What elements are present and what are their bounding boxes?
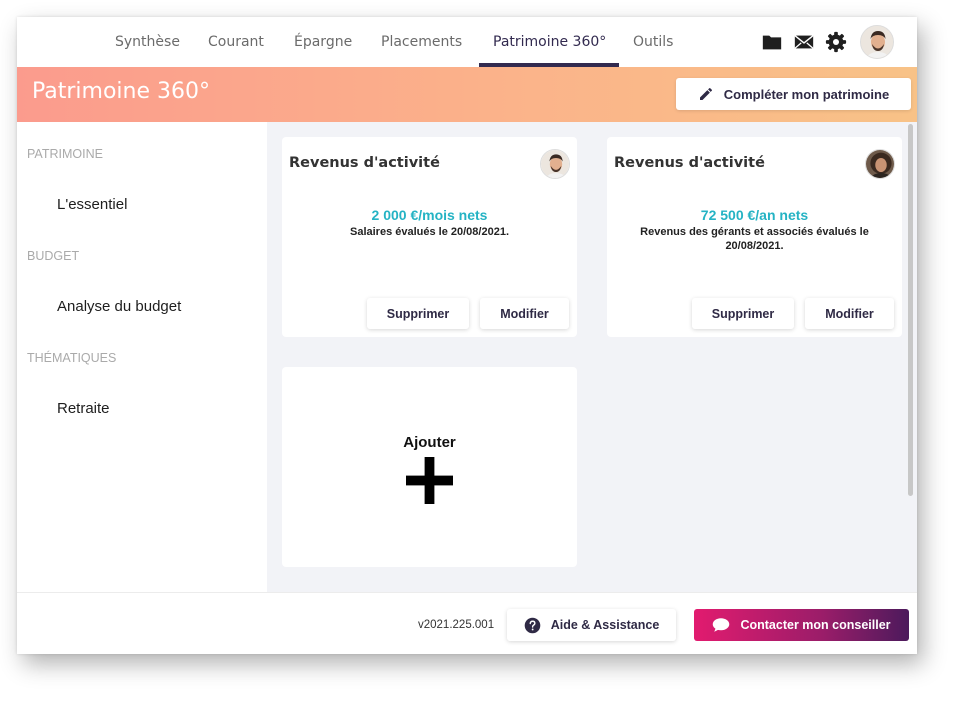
help-assistance-button[interactable]: Aide & Assistance [507, 609, 676, 641]
edit-button[interactable]: Modifier [480, 298, 569, 329]
card-title: Revenus d'activité [289, 155, 440, 171]
sidebar-item-essentiel[interactable]: L'essentiel [57, 196, 127, 213]
income-value: 2 000 €/mois nets [371, 207, 488, 223]
footer-bar: v2021.225.001 Aide & Assistance Contacte… [17, 592, 917, 654]
version-label: v2021.225.001 [418, 619, 495, 631]
card-title: Revenus d'activité [614, 155, 765, 171]
add-income-card[interactable]: Ajouter [282, 367, 577, 567]
sidebar-section-thematiques: THÉMATIQUES [27, 351, 117, 365]
content-scrollbar[interactable] [908, 124, 913, 496]
tab-outils[interactable]: Outils [619, 17, 687, 67]
sidebar: PATRIMOINE L'essentiel BUDGET Analyse du… [17, 122, 267, 592]
income-description: Revenus des gérants et associés évalués … [640, 226, 869, 252]
sidebar-item-retraite[interactable]: Retraite [57, 400, 110, 417]
complete-patrimony-label: Compléter mon patrimoine [723, 86, 890, 102]
tab-epargne[interactable]: Épargne [280, 17, 366, 67]
sidebar-section-budget: BUDGET [27, 249, 80, 263]
user-avatar[interactable] [860, 25, 894, 59]
page-header-banner: Patrimoine 360° Compléter mon patrimoine [17, 67, 917, 122]
main-content: Revenus d'activité 2 000 €/mois nets Sal… [267, 122, 917, 592]
sidebar-item-analyse-budget[interactable]: Analyse du budget [57, 298, 181, 315]
complete-patrimony-button[interactable]: Compléter mon patrimoine [676, 78, 911, 110]
folder-icon[interactable] [761, 31, 783, 53]
help-assistance-label: Aide & Assistance [550, 618, 660, 632]
chat-bubble-icon [713, 618, 730, 632]
female-avatar [865, 149, 895, 179]
question-circle-icon [524, 617, 540, 633]
tab-courant[interactable]: Courant [194, 17, 278, 67]
top-navigation: Synthèse Courant Épargne Placements Patr… [17, 17, 917, 67]
delete-button[interactable]: Supprimer [692, 298, 794, 329]
sidebar-section-patrimoine: PATRIMOINE [27, 147, 103, 161]
male-avatar [540, 149, 570, 179]
income-value: 72 500 €/an nets [700, 207, 809, 223]
income-description: Salaires évalués le 20/08/2021. [349, 226, 510, 238]
mail-icon[interactable] [793, 31, 815, 53]
tab-synthese[interactable]: Synthèse [101, 17, 194, 67]
add-label: Ajouter [403, 434, 456, 451]
app-window: Synthèse Courant Épargne Placements Patr… [17, 17, 917, 654]
income-card: Revenus d'activité 2 000 €/mois nets Sal… [282, 137, 577, 337]
edit-button[interactable]: Modifier [805, 298, 894, 329]
income-card: Revenus d'activité 72 500 €/an nets Reve… [607, 137, 902, 337]
tab-placements[interactable]: Placements [367, 17, 476, 67]
pencil-icon [699, 88, 712, 100]
page-title: Patrimoine 360° [32, 79, 211, 104]
plus-icon [406, 457, 453, 504]
tab-patrimoine-360[interactable]: Patrimoine 360° [479, 17, 619, 67]
contact-advisor-label: Contacter mon conseiller [740, 618, 891, 632]
contact-advisor-button[interactable]: Contacter mon conseiller [694, 609, 909, 641]
delete-button[interactable]: Supprimer [367, 298, 469, 329]
gear-icon[interactable] [825, 31, 847, 53]
